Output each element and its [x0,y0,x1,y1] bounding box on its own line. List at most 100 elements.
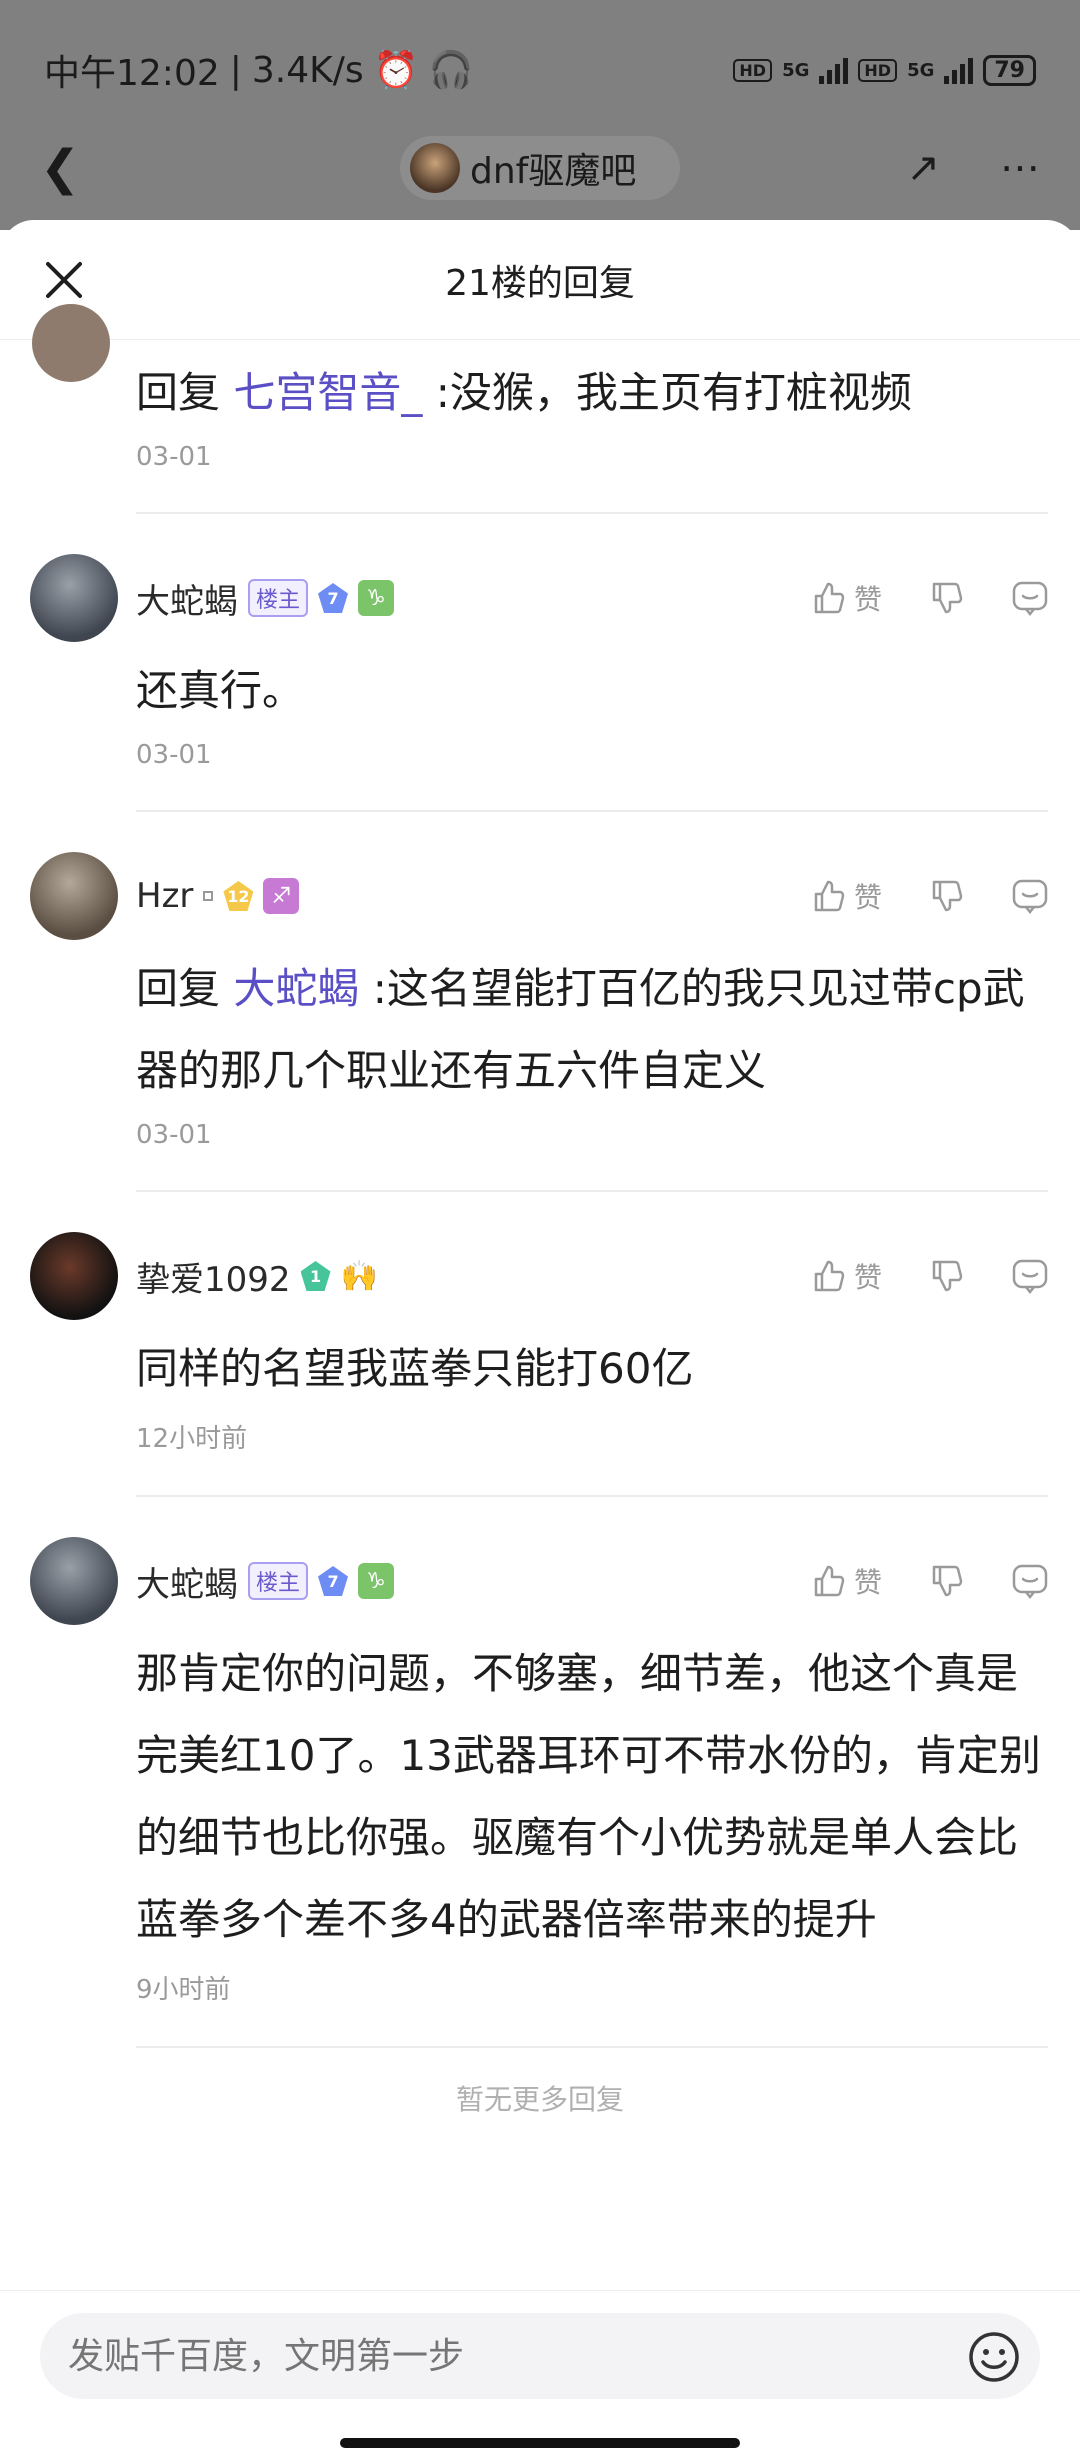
comment-icon [1012,879,1048,915]
status-bar: 中午12:02 | 3.4K/s ⏰ 🎧 HD 5G HD 5G 79 [0,30,1080,110]
forum-avatar [410,143,460,193]
no-more-replies: 暂无更多回复 [455,2083,624,2116]
level-number: 7 [327,1571,339,1591]
like-button[interactable]: 赞 [808,1561,882,1601]
like-button[interactable]: 赞 [808,1256,882,1296]
list-item: 大蛇蝎 楼主 7 ♑ 赞 还真行。 03-01 [0,554,1080,770]
close-icon[interactable] [42,258,86,302]
divider [136,1190,1048,1192]
reply-content: 还真行。 [136,666,305,715]
reply-content: 回复 大蛇蝎 :这名望能打百亿的我只见过带cp武器的那几个职业还有五六件自定义 [136,948,1048,1112]
thumbs-down-icon [932,582,963,614]
comment-button[interactable] [1010,578,1050,618]
thumbs-up-icon [814,1565,845,1597]
alarm-icon: ⏰ [373,50,419,91]
list-item: 挚爱1092 1 🙌 赞 同样的名望我蓝拳只能打60亿 12小时前 [0,1232,1080,1455]
level-badge: 7 [318,1566,349,1596]
thumbs-up-icon [814,582,845,614]
username[interactable]: 挚爱1092 [136,1252,291,1301]
like-label: 赞 [853,1566,882,1599]
reply-text: :没猴，我主页有打桩视频 [435,368,912,417]
thumbs-up-icon [814,1260,845,1292]
owner-badge: 楼主 [248,1562,309,1600]
reply-input[interactable] [40,2313,1040,2399]
zodiac-icon: ♑ [358,580,395,616]
mention-link[interactable]: 七宫智音_ [233,368,422,417]
avatar[interactable] [30,852,118,940]
username[interactable]: 大蛇蝎 [136,1557,238,1606]
comment-button[interactable] [1010,876,1050,916]
status-separator: | [229,49,242,91]
owner-badge: 楼主 [248,579,309,617]
comment-icon [1012,1564,1048,1600]
status-time: 中午12:02 [44,53,220,94]
level-badge: 1 [300,1261,331,1291]
comment-icon [1012,581,1048,617]
share-icon[interactable]: ↗ [906,145,940,191]
comment-button[interactable] [1010,1561,1050,1601]
avatar[interactable] [30,554,118,642]
list-item: Hzr 12 ♐ 赞 回复 大蛇蝎:这名望能打百亿的我只见过带cp武器的那几个… [0,852,1080,1150]
level-number: 1 [309,1266,322,1286]
reply-list: 回复 七宫智音_ :没猴，我主页有打桩视频 03-01 大蛇蝎 楼主 7 ♑ 赞 [0,304,1080,2118]
dislike-button[interactable] [926,1256,966,1296]
reply-prefix: 回复 [136,964,221,1013]
dislike-button[interactable] [926,578,966,618]
top-nav: ❮ dnf驱魔吧 ↗ ⋯ [0,118,1080,218]
dislike-button[interactable] [926,1561,966,1601]
reply-prefix: 回复 [136,368,221,417]
network-type-2: 5G [907,59,935,81]
back-icon[interactable]: ❮ [40,140,80,196]
more-icon[interactable]: ⋯ [1000,145,1040,191]
reply-content: 那肯定你的问题，不够塞，细节差，他这个真是完美红10了。13武器耳环可不带水份的… [136,1649,1041,1944]
like-button[interactable]: 赞 [808,578,882,618]
battery-indicator: 79 [983,54,1036,86]
headphone-icon: 🎧 [428,50,474,91]
level-number: 7 [327,588,339,608]
comment-button[interactable] [1010,1256,1050,1296]
username[interactable]: Hzr [136,876,193,916]
sheet-header: 21楼的回复 [0,220,1080,340]
dislike-button[interactable] [926,876,966,916]
network-speed: 3.4K/s [251,49,364,91]
sheet-title: 21楼的回复 [445,262,635,304]
zodiac-icon: ♐ [263,878,300,914]
like-label: 赞 [853,1261,882,1294]
like-label: 赞 [853,583,882,616]
avatar[interactable] [30,1537,118,1625]
level-number: 12 [227,886,250,906]
reply-time: 03-01 [136,442,212,472]
divider [136,1495,1048,1497]
zodiac-icon: ♑ [358,1563,395,1599]
mention-link[interactable]: 大蛇蝎 [233,964,359,1013]
composer-bar [0,2290,1080,2460]
list-item: 大蛇蝎 楼主 7 ♑ 赞 那肯定你的问题，不够塞，细节差，他这个真是完美红10了… [0,1537,1080,2006]
reply-sheet: 21楼的回复 回复 七宫智音_ :没猴，我主页有打桩视频 03-01 大蛇蝎 楼… [0,220,1080,2460]
username[interactable]: 大蛇蝎 [136,574,238,623]
reply-time: 03-01 [136,1120,212,1150]
forum-pill[interactable]: dnf驱魔吧 [400,136,680,200]
divider [136,2046,1048,2048]
like-button[interactable]: 赞 [808,876,882,916]
hd-indicator-1: HD [733,58,773,82]
reply-time: 03-01 [136,740,212,770]
signal-icon-2 [944,56,974,84]
thumbs-down-icon [932,1260,963,1292]
level-badge: 7 [318,583,349,613]
hd-indicator-2: HD [858,58,898,82]
home-indicator[interactable] [340,2438,740,2448]
network-type-1: 5G [782,59,810,81]
divider [136,512,1048,514]
sticker-icon: 🙌 [340,1258,378,1294]
signal-icon-1 [819,56,849,84]
emoji-icon[interactable] [968,2331,1020,2383]
comment-icon [1012,1259,1048,1295]
thumbs-down-icon [932,1565,963,1597]
thumbs-up-icon [814,880,845,912]
like-label: 赞 [853,881,882,914]
avatar[interactable] [30,1232,118,1320]
small-square-icon [203,891,214,901]
reply-content: 回复 七宫智音_ :没猴，我主页有打桩视频 [136,352,1048,434]
divider [136,810,1048,812]
reply-content: 同样的名望我蓝拳只能打60亿 [136,1344,694,1393]
